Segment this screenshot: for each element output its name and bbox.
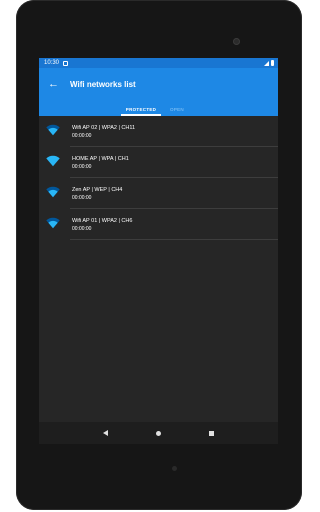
network-time: 00:00:00 [72, 133, 92, 139]
list-item[interactable]: Zen AP | WEP | CH4 00:00:00 [39, 178, 278, 209]
list-item[interactable]: HOME AP | WPA | CH1 00:00:00 [39, 147, 278, 178]
front-camera [233, 38, 240, 45]
light-sensor [172, 466, 177, 471]
network-time: 00:00:00 [72, 226, 92, 232]
status-bar: 10:30 [39, 58, 278, 68]
network-time: 00:00:00 [72, 164, 92, 170]
app-screen: 10:30 ← Wifi networks list PROTECTED OPE… [39, 58, 278, 444]
network-name: Zen AP | WEP | CH4 [72, 187, 123, 193]
back-triangle-icon[interactable] [103, 430, 108, 436]
list-item[interactable]: Wifi AP 02 | WPA2 | CH11 00:00:00 [39, 116, 278, 147]
wifi-signal-icon [46, 124, 60, 136]
tab-bar: PROTECTED OPEN [39, 102, 278, 116]
page-title: Wifi networks list [70, 80, 136, 89]
home-circle-icon[interactable] [156, 430, 161, 436]
network-time: 00:00:00 [72, 195, 92, 201]
list-item[interactable]: Wifi AP 01 | WPA2 | CH6 00:00:00 [39, 209, 278, 240]
wifi-signal-icon [46, 186, 60, 198]
tab-open[interactable]: OPEN [165, 102, 189, 116]
divider [70, 239, 278, 240]
wifi-signal-icon [46, 217, 60, 229]
arrow-left-icon[interactable]: ← [48, 79, 59, 90]
battery-icon [271, 60, 274, 66]
network-name: Wifi AP 01 | WPA2 | CH6 [72, 218, 133, 224]
status-time: 10:30 [44, 60, 60, 66]
network-name: Wifi AP 02 | WPA2 | CH11 [72, 125, 136, 131]
network-list: Wifi AP 02 | WPA2 | CH11 00:00:00 HOME A… [39, 116, 278, 240]
navigation-bar [39, 422, 278, 444]
status-icons [264, 60, 274, 66]
notification-icon [63, 60, 69, 66]
network-name: HOME AP | WPA | CH1 [72, 156, 129, 162]
wifi-signal-icon [46, 155, 60, 167]
recents-square-icon[interactable] [209, 430, 214, 436]
signal-icon [264, 60, 269, 66]
app-bar: ← Wifi networks list PROTECTED OPEN [39, 68, 278, 116]
